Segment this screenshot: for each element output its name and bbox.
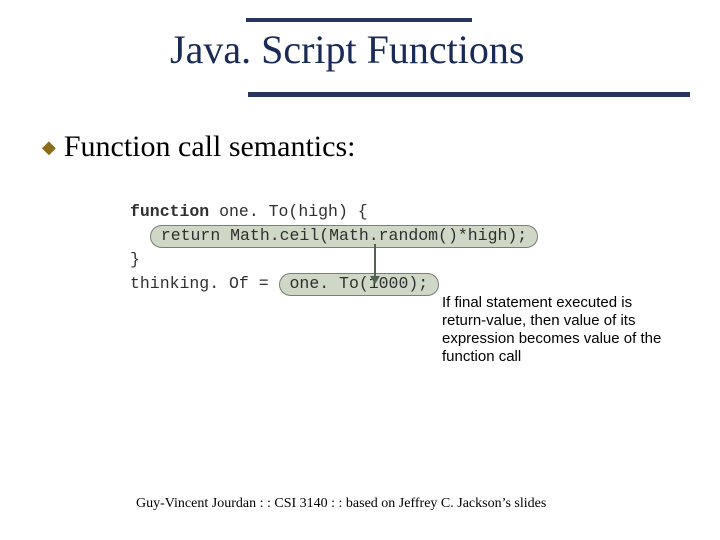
code-line1-rest: one. To(high) { xyxy=(209,202,367,221)
bullet-row: ◆ Function call semantics: xyxy=(42,130,355,164)
slide: Java. Script Functions ◆ Function call s… xyxy=(0,0,720,540)
bullet-diamond-icon: ◆ xyxy=(42,138,56,156)
code-line3: } xyxy=(130,250,140,269)
code-line4a: thinking. Of = xyxy=(130,274,279,293)
title-under-rule xyxy=(248,92,690,97)
code-keyword-function: function xyxy=(130,202,209,221)
code-return-pill: return Math.ceil(Math.random()*high); xyxy=(150,225,538,248)
code-call-pill: one. To(1000); xyxy=(279,273,440,296)
title-top-rule xyxy=(246,18,472,22)
code-block: function one. To(high) { return Math.cei… xyxy=(130,200,538,296)
arrow-icon xyxy=(374,244,376,276)
bullet-text: Function call semantics: xyxy=(64,130,356,164)
explanation-note: If final statement executed is return-va… xyxy=(442,294,672,366)
slide-title: Java. Script Functions xyxy=(170,26,524,73)
slide-footer: Guy-Vincent Jourdan : : CSI 3140 : : bas… xyxy=(136,496,546,512)
